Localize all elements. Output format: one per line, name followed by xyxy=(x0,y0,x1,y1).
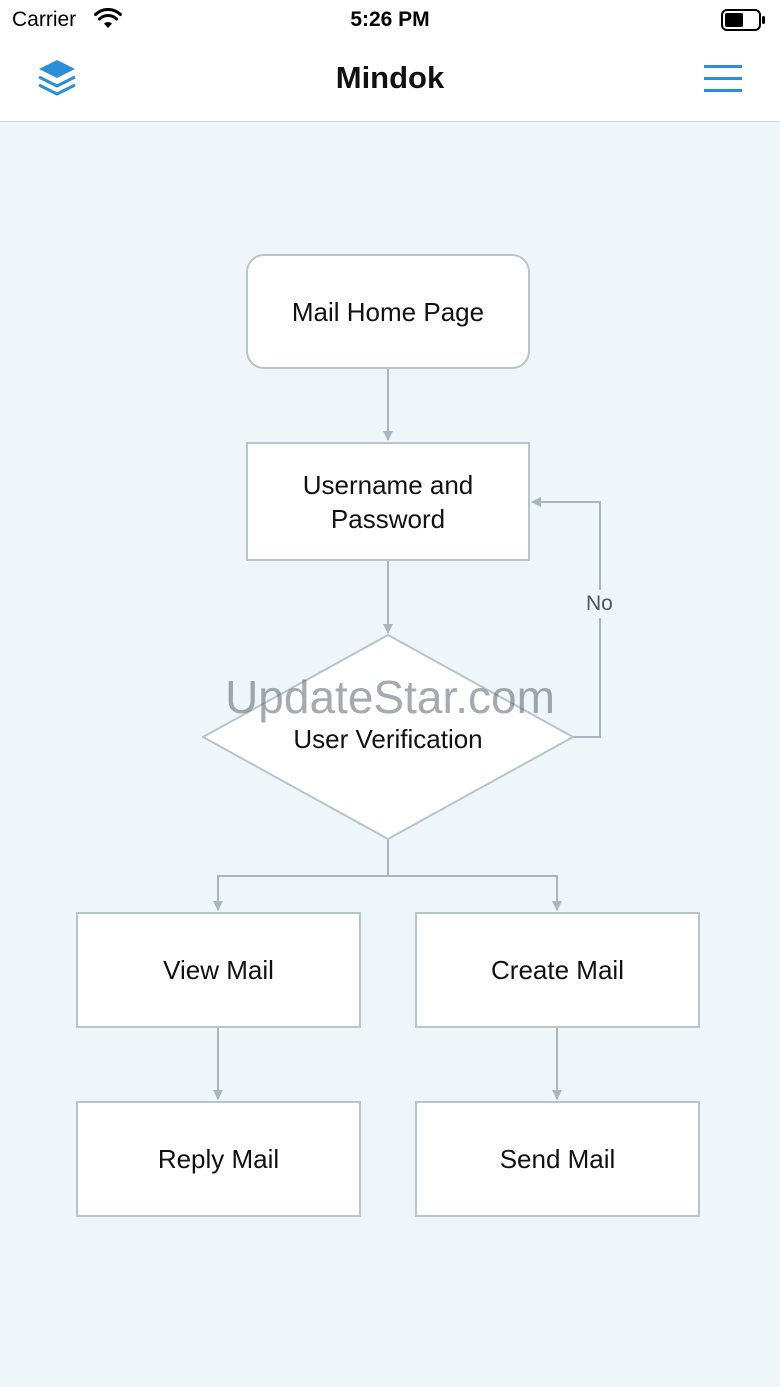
menu-icon[interactable] xyxy=(702,62,744,101)
navigation-bar: Mindok xyxy=(0,40,780,122)
status-bar: Carrier 5:26 PM xyxy=(0,0,780,40)
edge-verify-view xyxy=(213,839,389,911)
node-label: Create Mail xyxy=(491,955,624,985)
node-label: Username and Password xyxy=(302,469,474,534)
node-username-password[interactable]: Username and Password xyxy=(246,442,530,561)
edge-verify-create xyxy=(388,875,562,911)
node-label: Send Mail xyxy=(499,1144,616,1174)
clock: 5:26 PM xyxy=(350,8,430,31)
battery-icon xyxy=(721,9,767,36)
node-label: Mail Home Page xyxy=(291,296,485,327)
node-label: Reply Mail xyxy=(157,1144,280,1174)
node-label: View Mail xyxy=(163,955,274,985)
node-reply-mail[interactable]: Reply Mail xyxy=(76,1101,361,1217)
node-user-verification[interactable]: User Verification xyxy=(200,633,576,841)
node-send-mail[interactable]: Send Mail xyxy=(415,1101,700,1217)
node-mail-home-page[interactable]: Mail Home Page xyxy=(246,254,530,369)
flowchart-canvas[interactable]: Mail Home Page Username and Password Use… xyxy=(0,122,780,1387)
node-create-mail[interactable]: Create Mail xyxy=(415,912,700,1028)
node-view-mail[interactable]: View Mail xyxy=(76,912,361,1028)
page-title: Mindok xyxy=(335,60,445,95)
edge-label-no: No xyxy=(584,590,615,618)
node-label: User Verification xyxy=(293,724,483,754)
